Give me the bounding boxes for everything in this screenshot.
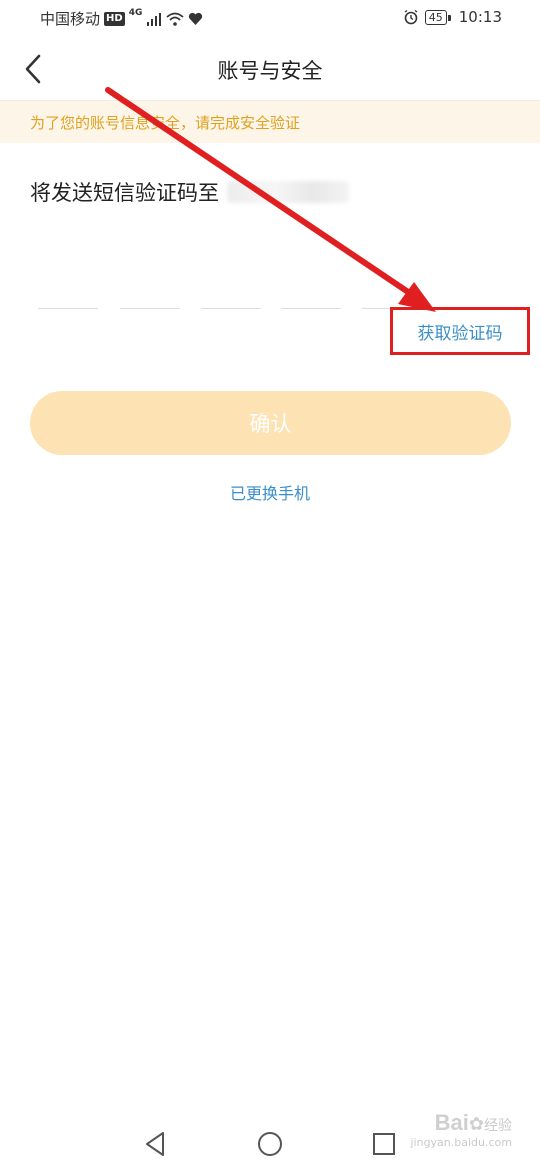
hd-badge: HD xyxy=(104,11,125,26)
changed-phone-label[interactable]: 已更换手机 xyxy=(230,484,310,503)
security-notice-bar: 为了您的账号信息安全，请完成安全验证 xyxy=(0,101,540,143)
status-bar: 中国移动 HD 4G 45 10:13 xyxy=(0,0,540,38)
paw-icon: ✿ xyxy=(468,1114,484,1135)
page-title: 账号与安全 xyxy=(217,59,323,83)
square-recent-icon xyxy=(373,1133,395,1155)
circle-home-icon xyxy=(258,1132,282,1156)
sms-prefix-label: 将发送短信验证码至 xyxy=(30,181,219,205)
system-home-button[interactable] xyxy=(252,1126,288,1162)
annotation-arrow xyxy=(105,87,436,312)
network-label: 4G xyxy=(128,8,143,18)
watermark-brand-cn: 经验 xyxy=(484,1118,512,1134)
triangle-back-icon xyxy=(146,1132,164,1156)
changed-phone-link[interactable]: 已更换手机 xyxy=(0,480,540,504)
security-notice-text: 为了您的账号信息安全，请完成安全验证 xyxy=(30,114,301,132)
watermark-sub: jingyan.baidu.com xyxy=(410,1136,512,1149)
heart-icon xyxy=(189,12,203,25)
alarm-icon xyxy=(404,9,418,25)
code-slot[interactable] xyxy=(120,308,180,309)
code-slot[interactable] xyxy=(201,308,261,309)
signal-icon xyxy=(147,12,162,26)
status-right: 45 10:13 xyxy=(403,8,502,26)
screen: 中国移动 HD 4G 45 10:13 账号与安全 为了您的账号信息安全，请完成… xyxy=(0,0,540,1170)
status-left: 中国移动 HD 4G xyxy=(40,8,203,29)
get-verification-code-button[interactable]: 获取验证码 xyxy=(390,307,530,355)
watermark-brand: Bai xyxy=(434,1110,469,1135)
wifi-icon xyxy=(166,12,184,26)
confirm-button[interactable]: 确认 xyxy=(30,391,511,455)
baidu-watermark: Bai✿经验 jingyan.baidu.com xyxy=(410,1112,512,1151)
nav-header: 账号与安全 xyxy=(0,38,540,101)
battery-indicator: 45 xyxy=(424,9,451,25)
sms-destination-line: 将发送短信验证码至 xyxy=(30,177,349,207)
clock-label: 10:13 xyxy=(458,8,502,26)
masked-phone-number xyxy=(227,181,349,203)
carrier-label: 中国移动 xyxy=(40,10,101,28)
code-slot[interactable] xyxy=(38,308,98,309)
system-recent-button[interactable] xyxy=(366,1126,402,1162)
system-back-button[interactable] xyxy=(137,1126,173,1162)
code-slot[interactable] xyxy=(281,308,341,309)
